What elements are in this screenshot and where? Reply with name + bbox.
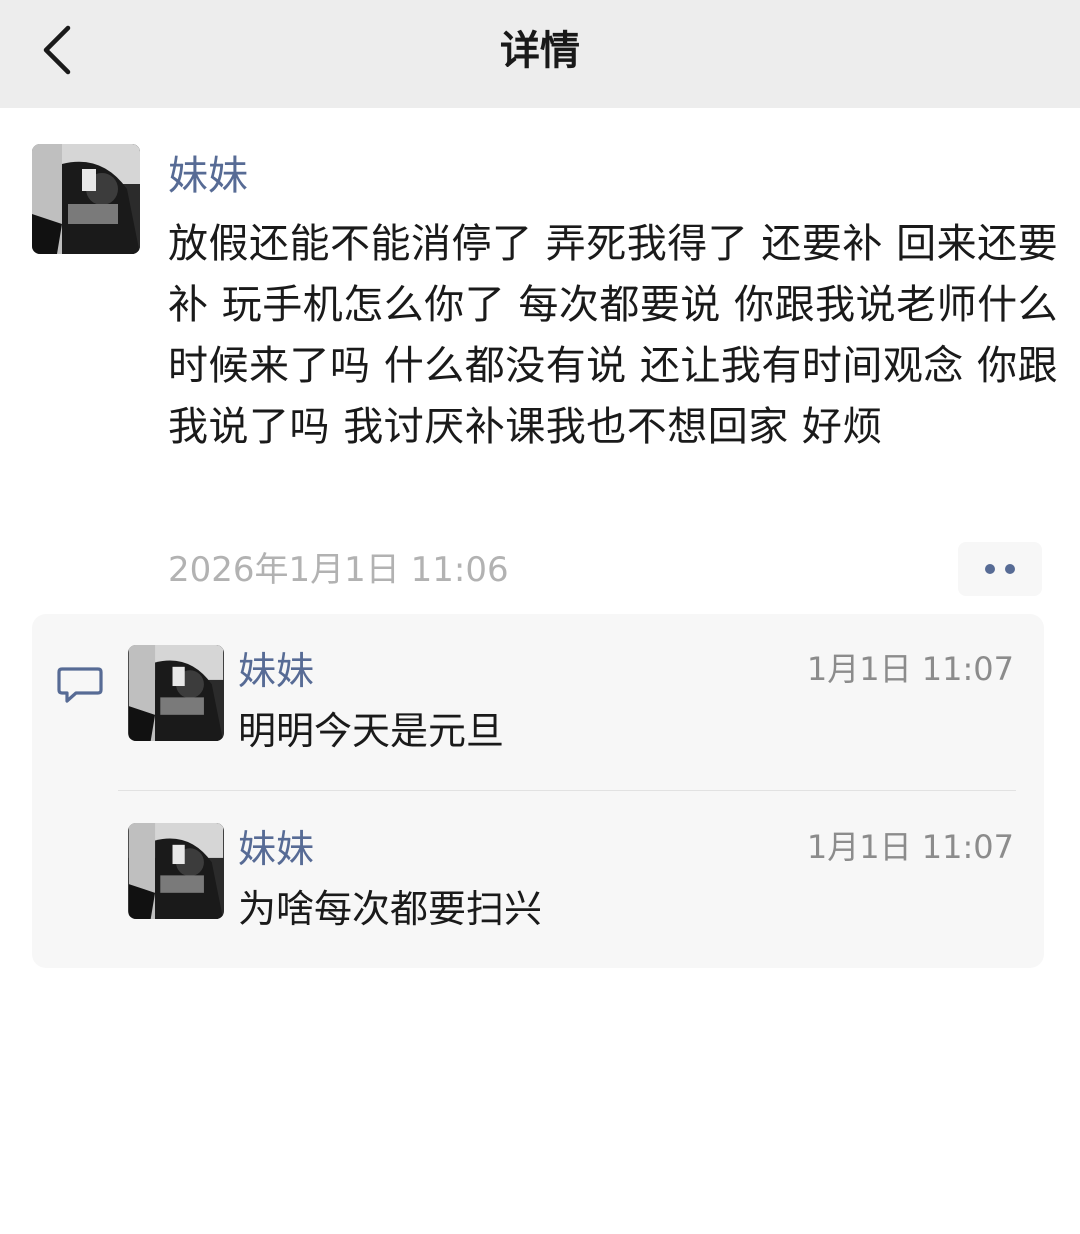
- post-author-avatar[interactable]: [32, 144, 140, 254]
- comment-author-name[interactable]: 妹妹: [238, 646, 314, 696]
- avatar-photo: [32, 144, 140, 254]
- avatar-photo: [128, 645, 224, 741]
- comment-divider: [118, 790, 1016, 791]
- post-timestamp: 2026年1月1日 11:06: [168, 550, 509, 590]
- comment-text[interactable]: 为啥每次都要扫兴: [238, 884, 542, 934]
- comment-text[interactable]: 明明今天是元旦: [238, 706, 504, 756]
- comment-bubble-icon: [56, 664, 104, 706]
- comment-author-avatar[interactable]: [128, 823, 224, 919]
- comment-author-avatar[interactable]: [128, 645, 224, 741]
- comment-timestamp: 1月1日 11:07: [806, 650, 1014, 688]
- avatar-photo: [128, 823, 224, 919]
- navigation-bar: 详情: [0, 0, 1080, 108]
- post-author-name[interactable]: 妹妹: [168, 148, 248, 204]
- page-title: 详情: [500, 28, 580, 74]
- more-actions-button[interactable]: [958, 542, 1042, 596]
- two-dots-icon: [985, 564, 995, 574]
- comment-timestamp: 1月1日 11:07: [806, 828, 1014, 866]
- comment-author-name[interactable]: 妹妹: [238, 824, 314, 874]
- post-content: 放假还能不能消停了 弄死我得了 还要补 回来还要补 玩手机怎么你了 每次都要说 …: [168, 221, 1059, 450]
